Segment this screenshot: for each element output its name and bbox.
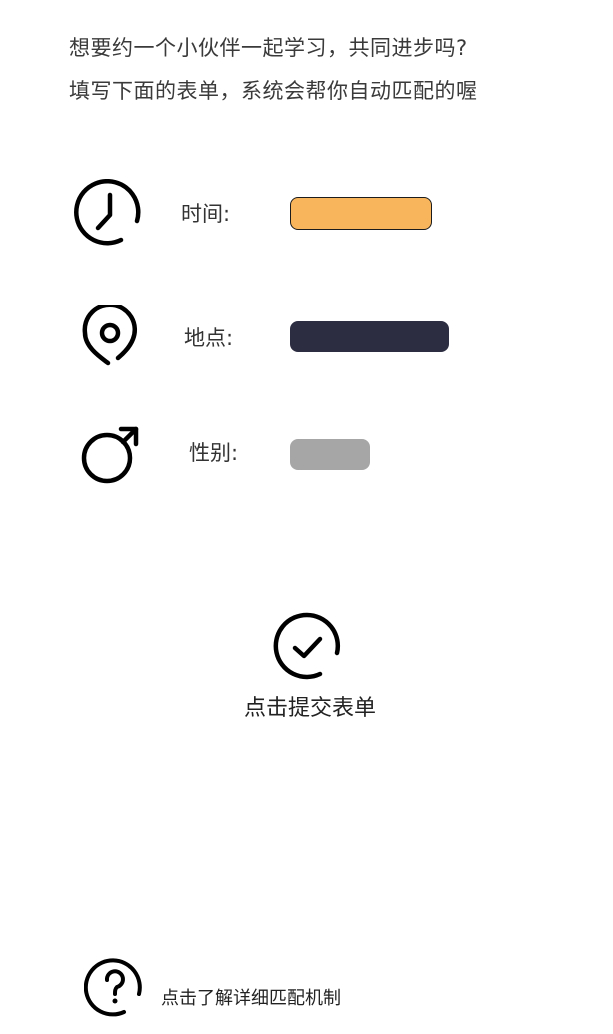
help-link[interactable]: 点击了解详细匹配机制 — [84, 956, 384, 1020]
question-circle-icon — [84, 958, 142, 1017]
time-label: 时间: — [181, 202, 231, 226]
gender-label: 性别: — [189, 441, 239, 465]
location-pin-icon — [82, 305, 138, 366]
submit-label: 点击提交表单 — [243, 696, 376, 721]
male-icon — [81, 426, 139, 484]
intro-line-1: 想要约一个小伙伴一起学习，共同进步吗? — [69, 36, 468, 60]
check-circle-icon — [273, 612, 340, 680]
intro-line-2: 填写下面的表单，系统会帮你自动匹配的喔 — [69, 79, 478, 103]
time-field[interactable] — [290, 197, 432, 230]
help-label: 点击了解详细匹配机制 — [161, 988, 341, 1009]
location-label: 地点: — [184, 326, 234, 350]
location-field[interactable] — [290, 321, 449, 352]
submit-button[interactable]: 点击提交表单 — [230, 610, 390, 725]
gender-field[interactable] — [290, 439, 370, 470]
clock-icon — [74, 179, 141, 246]
